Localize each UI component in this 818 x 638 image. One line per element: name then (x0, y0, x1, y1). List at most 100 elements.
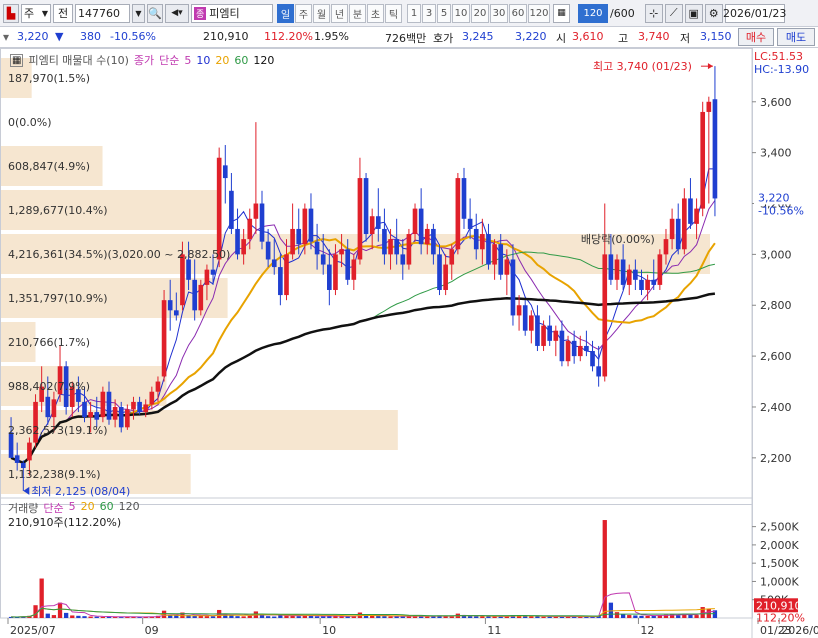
period-tab-4[interactable]: 분 (349, 3, 366, 23)
volume-tick-label: 2,500K (760, 521, 799, 534)
candle-body (106, 391, 112, 420)
volume-bar (351, 616, 356, 618)
candle-body (137, 401, 142, 413)
code-dropdown-icon[interactable]: ▼ (132, 3, 145, 23)
minute-option-3[interactable]: 10 (452, 3, 470, 23)
minute-option-2[interactable]: 5 (437, 3, 451, 23)
candle-body (265, 241, 271, 260)
minute-option-7[interactable]: 120 (528, 3, 550, 23)
volume-ratio: 112.20% (264, 30, 313, 43)
minute-option-6[interactable]: 60 (509, 3, 527, 23)
buy-button[interactable]: 매수 (738, 28, 774, 46)
price-tick-label: 3,400 (760, 147, 792, 160)
candle-body (406, 234, 412, 265)
sell-button[interactable]: 매도 (777, 28, 815, 46)
candle-body (535, 315, 540, 346)
candle-body (522, 305, 528, 331)
gear-icon[interactable]: ⚙ (704, 3, 723, 23)
volume-bar (314, 616, 320, 618)
crosshair-icon[interactable]: ⊹ (644, 3, 663, 23)
candle-body (155, 381, 161, 392)
code-type-select[interactable]: 전 (53, 3, 73, 23)
date-field[interactable]: 2026/01/23 (723, 3, 786, 23)
x-tick-label: 09 (145, 624, 159, 637)
vol-legend-ma120: 120 (118, 500, 140, 513)
minute-option-4[interactable]: 20 (471, 3, 489, 23)
candle-body (614, 259, 620, 280)
volume-tick-label: 2,000K (760, 539, 799, 552)
save-icon[interactable]: ▣ (684, 3, 703, 23)
volume-profile-label: 4,216,361(34.5%)(3,020.00 ~ 2,882.50) (8, 248, 230, 261)
volume-bar (265, 616, 271, 618)
candle-body (88, 412, 93, 418)
candle-body (180, 254, 185, 306)
volume-bar (382, 616, 387, 618)
volume-bar (308, 615, 314, 618)
name-tag-badge: 종 (194, 6, 207, 20)
volume-bar (278, 615, 283, 618)
minute-options: 1 3 5 10 20 30 60 120 (407, 3, 550, 23)
candle-body (706, 101, 712, 112)
stock-name-field[interactable]: 종 피엠티 (191, 3, 273, 23)
market-select[interactable]: 주 ▼ (21, 3, 51, 23)
period-tab-3[interactable]: 년 (331, 3, 348, 23)
bookmark-icon[interactable]: ▙ (3, 3, 19, 23)
candle-body (565, 340, 571, 362)
draw-line-icon[interactable]: ⟋ (664, 3, 683, 23)
period-tab-0[interactable]: 일 (277, 3, 294, 23)
candle-body (198, 284, 204, 311)
quote-bar: ▾ 3,220 ▼ 380 -10.56% 210,910 112.20% 1.… (0, 27, 818, 48)
candle-body (443, 264, 448, 290)
volume-bar (339, 616, 344, 618)
candle-body (688, 198, 693, 224)
minute-option-0[interactable]: 1 (407, 3, 421, 23)
volume-bar (247, 615, 252, 618)
period-tab-2[interactable]: 월 (313, 3, 330, 23)
legend-ma120: 120 (253, 53, 275, 67)
candle-body (645, 279, 650, 290)
volume-bar (235, 616, 240, 618)
open-label: 시 (556, 32, 567, 45)
candle-body (167, 300, 173, 311)
calendar-icon[interactable]: ▦ (553, 3, 570, 23)
code-input[interactable]: 147760 (75, 3, 130, 23)
volume-bar (272, 616, 277, 618)
candle-body (271, 259, 277, 268)
period-tab-6[interactable]: 틱 (385, 3, 402, 23)
minute-option-1[interactable]: 3 (422, 3, 436, 23)
candle-body (210, 269, 216, 275)
candle-body (467, 218, 473, 229)
volume-last-value: 210,910주(112.20%) (8, 516, 122, 529)
candle-body (284, 254, 289, 296)
candle-body (590, 351, 595, 367)
candle-body (143, 404, 149, 413)
volume-bar (529, 616, 534, 618)
period-tab-5[interactable]: 초 (367, 3, 384, 23)
candle-body (547, 325, 553, 341)
candle-body (675, 218, 681, 250)
period-tab-1[interactable]: 주 (295, 3, 312, 23)
volume-bar (474, 616, 479, 618)
sound-icon[interactable]: ◀▾ (165, 3, 189, 23)
count-input[interactable]: 120 (578, 3, 608, 23)
volume-profile-label: 608,847(4.9%) (8, 160, 90, 173)
volume-bar (229, 615, 234, 618)
change-value: 380 (80, 30, 101, 43)
candle-body (112, 406, 118, 420)
minute-option-5[interactable]: 30 (490, 3, 508, 23)
candle-body (241, 239, 246, 255)
candle-body (455, 178, 461, 250)
x-tick-label: 12 (640, 624, 654, 637)
volume-bar (210, 616, 216, 618)
candle-body (357, 178, 363, 260)
volume-bar (608, 602, 614, 618)
expand-icon[interactable]: ▾ (3, 30, 9, 44)
search-icon[interactable]: 🔍 (147, 3, 163, 23)
stock-chart[interactable]: 187,970(1.5%) 0(0.0%) 608,847(4.9%) 1,289,6… (0, 48, 818, 638)
candle-body (498, 244, 504, 275)
legend-grid-icon[interactable]: ▦ (10, 53, 24, 67)
candle-body (100, 391, 106, 418)
x-tick-label: 11 (487, 624, 501, 637)
candle-body (492, 244, 497, 265)
hc-label: HC:-13.90 (754, 63, 809, 76)
